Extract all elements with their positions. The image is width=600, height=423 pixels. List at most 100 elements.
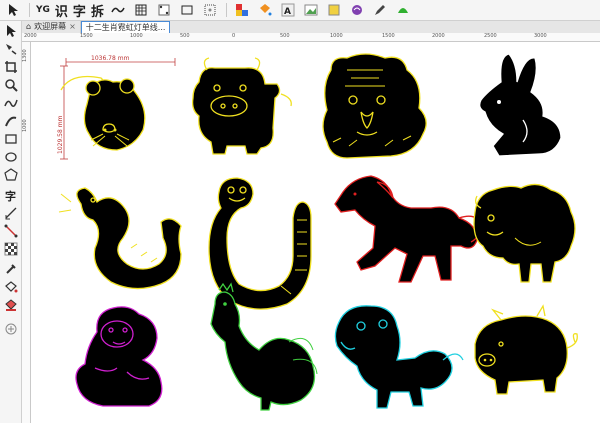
ruler-label: 2000 <box>432 33 445 39</box>
split-button[interactable]: 拆 <box>89 1 106 20</box>
horse-figure[interactable] <box>334 175 484 283</box>
dots-button[interactable] <box>199 1 221 19</box>
text-char-icon: 字 <box>5 189 16 202</box>
ruler-label: 0 <box>232 33 236 39</box>
recognize-button[interactable]: 识 <box>53 1 70 20</box>
green-tool-button[interactable] <box>392 1 414 19</box>
monkey-figure[interactable] <box>75 306 163 407</box>
drawing-canvas[interactable]: 1036.78 mm 1029.58 mm <box>31 42 600 423</box>
horizontal-ruler[interactable]: 2000 1500 1000 500 0 500 1000 1500 2000 2500 3000 <box>22 33 600 42</box>
tool-pick[interactable] <box>3 23 19 39</box>
zoom-icon <box>5 79 18 92</box>
ruler-label: 1500 <box>382 33 395 39</box>
pen-icon <box>374 5 385 15</box>
connector-icon <box>4 224 18 238</box>
frame-button[interactable] <box>176 1 198 19</box>
checker-icon <box>4 242 18 256</box>
width-dimension-label: 1036.78 mm <box>91 55 130 62</box>
pointer-icon <box>7 25 16 37</box>
eyedropper-icon <box>6 264 16 274</box>
ruler-label: 500 <box>180 33 190 39</box>
tool-ellipse[interactable] <box>3 149 19 165</box>
tool-artistic-media[interactable] <box>3 113 19 129</box>
tool-polygon[interactable] <box>3 167 19 183</box>
ruler-label: 1300 <box>22 49 28 62</box>
tool-connector[interactable] <box>3 223 19 239</box>
toolbar-separator <box>225 3 227 17</box>
frame-icon <box>181 5 193 15</box>
yg-button[interactable]: YG <box>34 1 52 19</box>
tool-crop[interactable] <box>3 59 19 75</box>
arrow-pointer-icon <box>9 4 18 16</box>
ruler-label: 1000 <box>330 33 343 39</box>
grid-button[interactable] <box>130 1 152 19</box>
paint-bucket-icon <box>5 281 18 293</box>
pick-tool-button[interactable] <box>2 1 24 19</box>
text-button[interactable]: 字 <box>71 1 88 20</box>
snake-figure[interactable] <box>208 177 312 310</box>
tool-rectangle[interactable] <box>3 131 19 147</box>
artwork <box>58 53 578 411</box>
ox-figure[interactable] <box>191 57 292 155</box>
smart-fill-icon <box>5 299 17 311</box>
tiger-figure[interactable] <box>322 53 427 159</box>
tool-eyedropper[interactable] <box>3 261 19 277</box>
tool-shape[interactable] <box>3 41 19 57</box>
tool-smart-fill[interactable] <box>3 297 19 313</box>
tool-freehand[interactable] <box>3 95 19 111</box>
purple-swirl-icon <box>351 5 362 15</box>
tool-text[interactable]: 字 <box>3 187 19 203</box>
shape-node-icon <box>6 44 17 55</box>
text-tool-button[interactable]: A <box>277 1 299 19</box>
color-blocks-icon <box>235 4 248 16</box>
purple-tool-button[interactable] <box>346 1 368 19</box>
close-icon[interactable]: × <box>69 21 76 33</box>
tab-welcome[interactable]: ⌂ 欢迎屏幕 × <box>22 21 81 33</box>
ruler-label: 3000 <box>534 33 547 39</box>
wave-icon <box>111 7 125 13</box>
dotted-frame-icon <box>204 4 216 16</box>
ruler-label: 500 <box>280 33 290 39</box>
svg-text:字: 字 <box>5 189 16 202</box>
tab-label: 欢迎屏幕 <box>34 22 67 31</box>
toolbar-separator <box>29 3 30 17</box>
color-tool-button[interactable] <box>231 1 253 19</box>
vertical-ruler[interactable]: 1300 1000 <box>22 42 31 423</box>
fill-icon <box>328 4 340 16</box>
grid-icon <box>135 4 147 16</box>
text-icon: A <box>281 3 295 17</box>
tool-zoom[interactable] <box>3 77 19 93</box>
ruler-label: 2500 <box>484 33 497 39</box>
node-edit-button[interactable] <box>153 1 175 19</box>
fill-button[interactable] <box>323 1 345 19</box>
tool-interactive-fill[interactable] <box>3 279 19 295</box>
ruler-label: 1000 <box>130 33 143 39</box>
pig-figure[interactable] <box>474 304 578 395</box>
node-icon <box>158 4 170 16</box>
ellipse-icon <box>5 152 17 162</box>
top-toolbar: YG 识 字 拆 A <box>0 0 600 21</box>
pen-tool-button[interactable] <box>369 1 391 19</box>
rat-figure[interactable] <box>60 75 146 151</box>
height-dimension-label: 1029.58 mm <box>57 115 64 154</box>
tab-label: 十二生肖霓虹灯单线... <box>85 22 166 32</box>
image-icon <box>304 4 318 16</box>
ruler-label: 2000 <box>24 33 37 39</box>
ruler-label: 1500 <box>80 33 93 39</box>
dog-figure[interactable] <box>334 305 464 409</box>
wave-tool-button[interactable] <box>107 1 129 19</box>
tool-add[interactable] <box>3 321 19 337</box>
bucket-button[interactable] <box>254 1 276 19</box>
crop-icon <box>5 61 17 73</box>
image-button[interactable] <box>300 1 322 19</box>
tab-document[interactable]: 十二生肖霓虹灯单线... <box>80 21 171 33</box>
rectangle-icon <box>5 134 17 144</box>
dragon-figure[interactable] <box>58 187 182 290</box>
tool-parallel-dimension[interactable] <box>3 205 19 221</box>
bucket-icon <box>259 4 272 16</box>
green-blob-icon <box>397 8 408 13</box>
tool-transparency[interactable] <box>3 241 19 257</box>
rabbit-figure[interactable] <box>479 53 562 157</box>
brush-icon <box>5 116 17 127</box>
goat-figure[interactable] <box>473 183 576 283</box>
